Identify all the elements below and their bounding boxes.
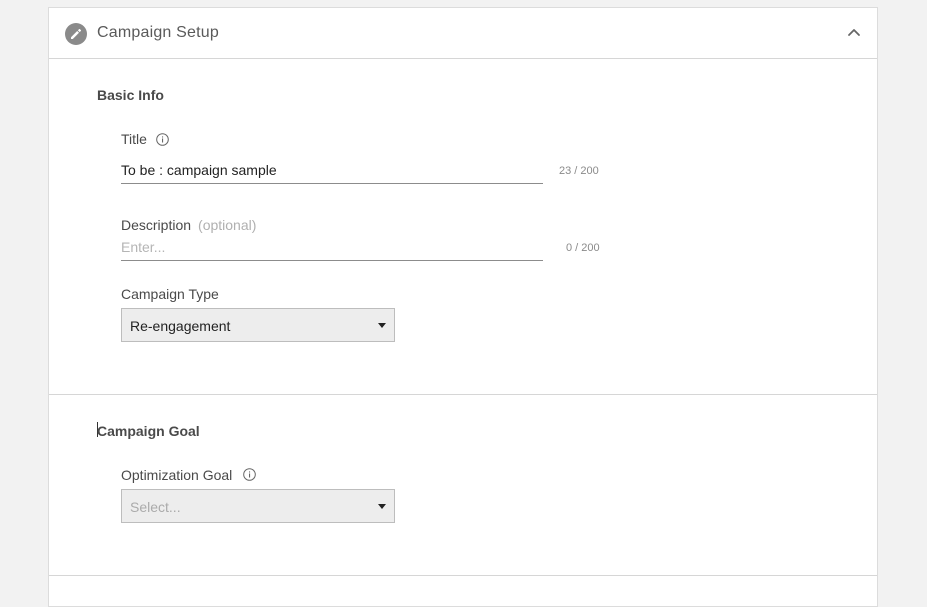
section-title-campaign-goal: Campaign Goal <box>97 423 200 439</box>
description-label-text: Description <box>121 217 192 233</box>
panel-title: Campaign Setup <box>97 24 219 41</box>
chevron-up-icon[interactable] <box>845 24 863 42</box>
description-label: Description (optional) <box>121 217 256 233</box>
campaign-type-selected-value: Re-engagement <box>130 318 231 334</box>
dropdown-caret-icon <box>378 504 386 509</box>
info-icon[interactable] <box>156 133 169 146</box>
optimization-goal-select[interactable]: Select... <box>121 489 395 523</box>
section-title-basic-info: Basic Info <box>97 87 164 103</box>
title-input[interactable] <box>121 162 543 184</box>
pencil-icon <box>65 23 87 45</box>
dropdown-caret-icon <box>378 323 386 328</box>
title-char-counter: 23 / 200 <box>559 165 599 177</box>
panel-header[interactable]: Campaign Setup <box>49 8 877 59</box>
description-input[interactable] <box>121 239 543 261</box>
optimization-goal-placeholder: Select... <box>130 499 181 515</box>
optional-hint: (optional) <box>198 217 257 233</box>
section-divider <box>49 394 877 395</box>
campaign-type-label: Campaign Type <box>121 286 219 302</box>
section-divider <box>49 575 877 576</box>
optimization-goal-label: Optimization Goal <box>121 467 233 483</box>
title-label: Title <box>121 131 147 147</box>
description-char-counter: 0 / 200 <box>566 242 600 254</box>
campaign-setup-panel: Campaign Setup Basic Info Title 23 / 200… <box>48 7 878 607</box>
campaign-type-select[interactable]: Re-engagement <box>121 308 395 342</box>
info-icon[interactable] <box>243 468 256 481</box>
